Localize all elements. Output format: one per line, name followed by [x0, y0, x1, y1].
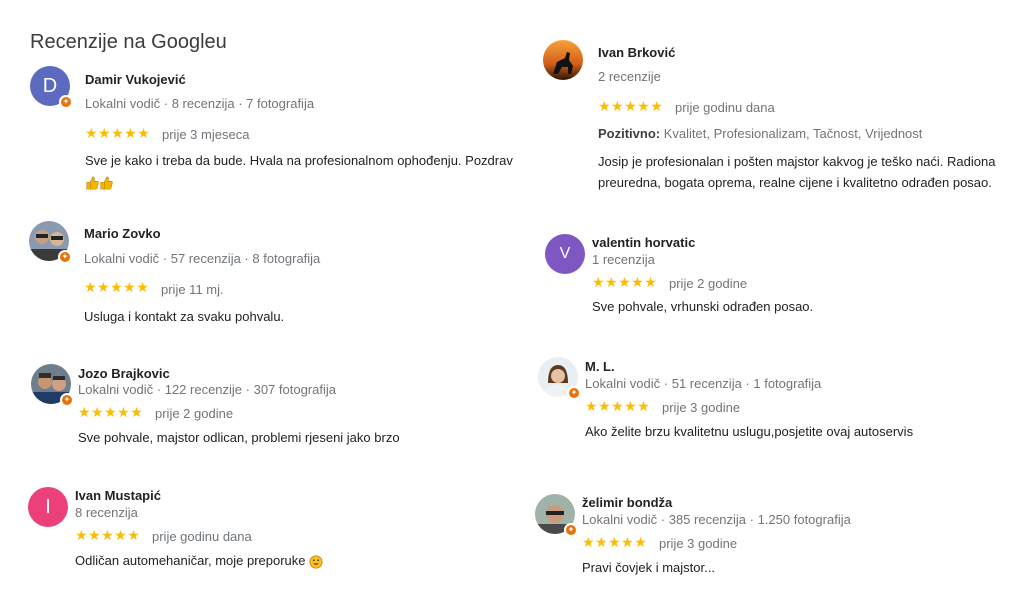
- star-rating: ★★★★★: [78, 404, 144, 420]
- reviewer-name[interactable]: Ivan Mustapić: [75, 488, 161, 503]
- review-text: Odličan automehaničar, moje preporuke: [75, 550, 323, 571]
- reviewer-meta: Lokalni vodič · 122 recenzije · 307 foto…: [78, 382, 336, 397]
- avatar[interactable]: D ✦: [30, 66, 73, 109]
- local-guide-badge-icon: ✦: [567, 386, 581, 400]
- reviewer-meta: Lokalni vodič · 57 recenzija · 8 fotogra…: [84, 251, 321, 266]
- reviewer-meta: 2 recenzije: [598, 69, 661, 84]
- reviewer-meta: Lokalni vodič · 8 recenzija · 7 fotograf…: [85, 96, 315, 111]
- review-text: Usluga i kontakt za svaku pohvalu.: [84, 309, 285, 324]
- review-text: Josip je profesionalan i pošten majstor …: [598, 154, 996, 190]
- reviewer-name[interactable]: Damir Vukojević: [85, 72, 186, 87]
- star-rating: ★★★★★: [585, 398, 651, 414]
- reviewer-name[interactable]: želimir bondža: [582, 495, 672, 510]
- smiley-icon: [309, 550, 323, 571]
- local-guide-badge-icon: ✦: [564, 523, 578, 537]
- avatar[interactable]: [543, 40, 583, 80]
- avatar[interactable]: I: [28, 487, 68, 527]
- reviewer-meta: Lokalni vodič · 385 recenzija · 1.250 fo…: [582, 512, 851, 527]
- star-rating: ★★★★★: [592, 274, 658, 290]
- review-text: Sve pohvale, majstor odlican, problemi r…: [78, 430, 400, 445]
- avatar[interactable]: ✦: [29, 221, 72, 264]
- reviewer-name[interactable]: Jozo Brajkovic: [78, 366, 170, 381]
- positive-label: Pozitivno:: [598, 126, 661, 141]
- local-guide-badge-icon: ✦: [58, 250, 72, 264]
- review-date: prije 3 godine: [659, 536, 738, 551]
- positive-values: Kvalitet, Profesionalizam, Tačnost, Vrij…: [660, 126, 923, 141]
- avatar[interactable]: ✦: [31, 364, 74, 407]
- review-date: prije godinu dana: [675, 100, 775, 115]
- section-title: Recenzije na Googleu: [30, 31, 227, 53]
- reviewer-name[interactable]: Ivan Brković: [598, 45, 675, 60]
- review-date: prije 3 mjeseca: [162, 127, 250, 142]
- review-date: prije godinu dana: [152, 529, 252, 544]
- reviewer-name[interactable]: valentin horvatic: [592, 235, 695, 250]
- review-text: Sve je kako i treba da bude. Hvala na pr…: [85, 150, 525, 192]
- local-guide-badge-icon: ✦: [59, 95, 73, 109]
- star-rating: ★★★★★: [582, 534, 648, 550]
- reviewer-name[interactable]: M. L.: [585, 359, 615, 374]
- star-rating: ★★★★★: [84, 279, 150, 295]
- review-text: Ako želite brzu kvalitetnu uslugu,posjet…: [585, 424, 914, 439]
- review-date: prije 2 godine: [669, 276, 748, 291]
- local-guide-badge-icon: ✦: [60, 393, 74, 407]
- review-date: prije 2 godine: [155, 406, 234, 421]
- reviewer-meta: Lokalni vodič · 51 recenzija · 1 fotogra…: [585, 376, 822, 391]
- reviewer-name[interactable]: Mario Zovko: [84, 226, 161, 241]
- review-text: Sve pohvale, vrhunski odrađen posao.: [592, 299, 814, 314]
- star-rating: ★★★★★: [75, 527, 141, 543]
- reviewer-meta: 1 recenzija: [592, 252, 655, 267]
- avatar[interactable]: ✦: [538, 357, 581, 400]
- review-date: prije 3 godine: [662, 400, 741, 415]
- avatar[interactable]: ✦: [535, 494, 578, 537]
- avatar[interactable]: V: [545, 234, 585, 274]
- star-rating: ★★★★★: [598, 98, 664, 114]
- review-text: Pravi čovjek i majstor...: [582, 560, 715, 575]
- review-date: prije 11 mj.: [161, 282, 224, 297]
- review-attributes: Pozitivno: Kvalitet, Profesionalizam, Ta…: [598, 126, 922, 141]
- reviewer-meta: 8 recenzija: [75, 505, 138, 520]
- star-rating: ★★★★★: [85, 125, 151, 141]
- thumbs-up-icon: [85, 171, 113, 192]
